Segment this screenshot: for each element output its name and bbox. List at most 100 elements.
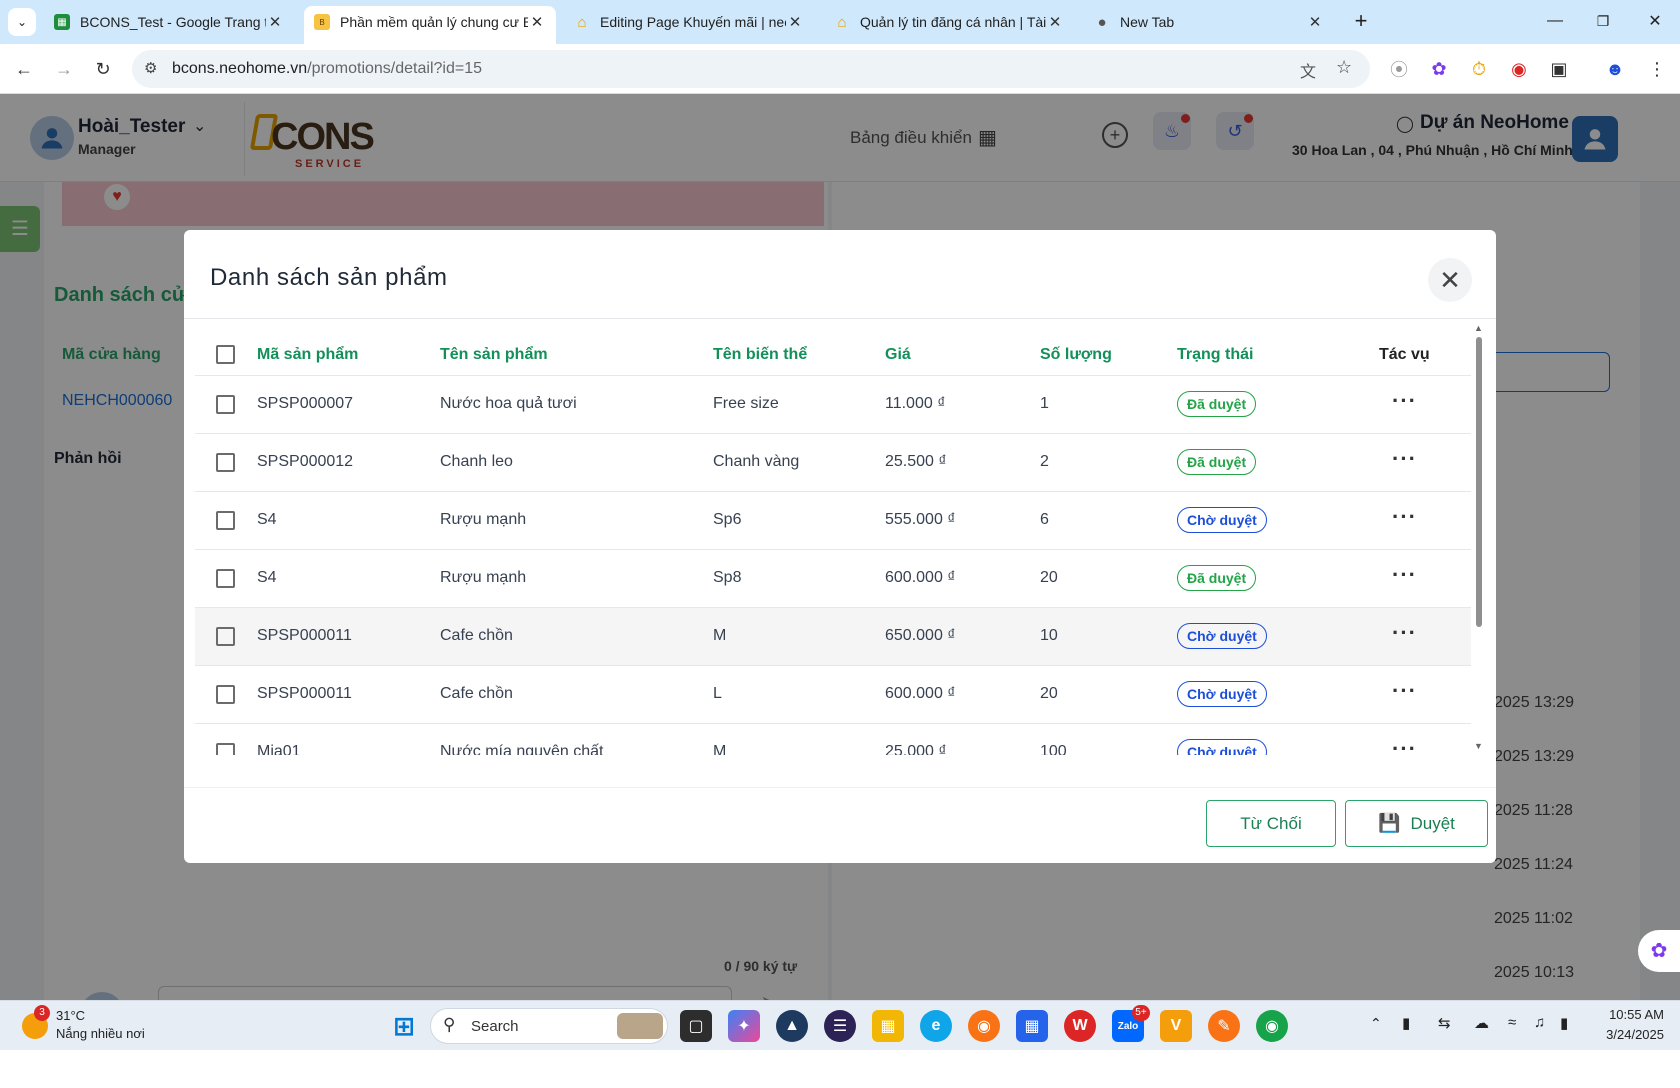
extension-timer-icon[interactable]: ⏱ [1466,56,1492,82]
extension-ai-icon[interactable]: ✿ [1426,56,1452,82]
browser-tab-1[interactable]: B Phần mềm quản lý chung cư Bc ✕ [304,6,556,44]
extensions-puzzle-icon[interactable]: ▣ [1546,56,1572,82]
table-header-row: Mã sản phẩm Tên sản phẩm Tên biến thể Gi… [195,335,1471,376]
windows-start-icon[interactable]: ⊞ [388,1010,420,1042]
file-explorer-icon[interactable]: ▦ [872,1010,904,1042]
table-row[interactable]: SPSP000012 Chanh leo Chanh vàng 25.500 ₫… [195,433,1471,492]
more-actions-icon[interactable]: ··· [1392,678,1417,703]
browser-tab-4[interactable]: ● New Tab ✕ [1084,6,1334,38]
forward-icon[interactable]: → [51,56,77,82]
translate-icon[interactable]: 文 [1300,58,1316,82]
scroll-up-icon[interactable]: ▲ [1474,323,1483,333]
site-settings-icon[interactable]: ⚙ [144,59,157,77]
minimize-button[interactable]: — [1540,8,1570,34]
row-checkbox[interactable] [216,510,235,530]
browser-menu-icon[interactable]: ⋮ [1644,56,1670,82]
scroll-down-icon[interactable]: ▼ [1474,741,1483,751]
table-row[interactable]: SPSP000007 Nước hoa quả tươi Free size 1… [195,375,1471,434]
col-actions: Tác vụ [1366,335,1471,376]
browser-tab-0[interactable]: ▦ BCONS_Test - Google Trang tính ✕ [44,6,294,38]
select-all-checkbox[interactable] [216,345,235,365]
more-actions-icon[interactable]: ··· [1392,736,1417,756]
more-actions-icon[interactable]: ··· [1392,446,1417,471]
more-actions-icon[interactable]: ··· [1392,388,1417,413]
reload-icon[interactable]: ↻ [90,56,116,82]
variant-name: Sp8 [713,549,885,608]
price: 600.000 ₫ [885,549,1040,608]
back-icon[interactable]: ← [11,56,37,82]
close-modal-button[interactable]: ✕ [1428,258,1472,302]
edge-icon[interactable]: e [920,1010,952,1042]
scrollbar-thumb[interactable] [1476,337,1482,627]
status-badge: Chờ duyệt [1177,681,1267,707]
battery-icon[interactable]: ▮ [1560,1014,1568,1032]
store-icon[interactable]: ▦ [1016,1010,1048,1042]
clock-time[interactable]: 10:55 AM [1600,1007,1664,1022]
tray-overflow-icon[interactable]: ⌃ [1370,1015,1382,1032]
table-row[interactable]: Mia01 Nước mía nguyên chất M 25.000 ₫ 10… [195,723,1471,755]
product-name: Chanh leo [440,433,713,492]
row-checkbox[interactable] [216,394,235,414]
status-cell: Chờ duyệt [1177,723,1366,755]
wifi-icon[interactable]: ≈ [1508,1014,1516,1031]
restore-button[interactable]: ❐ [1588,8,1618,34]
close-tab-icon[interactable]: ✕ [786,13,804,31]
tray-settings-icon[interactable]: ⇆ [1438,1014,1451,1032]
table-row[interactable]: SPSP000011 Cafe chồn M 650.000 ₫ 10 Chờ … [195,607,1471,666]
more-actions-icon[interactable]: ··· [1392,504,1417,529]
neohome-icon: ⌂ [837,13,847,31]
url-text: bcons.neohome.vn/promotions/detail?id=15 [172,60,482,78]
copilot-icon[interactable]: ✦ [728,1010,760,1042]
browser-tab-2[interactable]: ⌂ Editing Page Khuyến mãi | neoh ✕ [564,6,814,38]
app-pen-icon[interactable]: ✎ [1208,1010,1240,1042]
firefox-icon[interactable]: ◉ [968,1010,1000,1042]
close-tab-icon[interactable]: ✕ [528,13,546,31]
quantity: 20 [1040,665,1177,724]
approve-button[interactable]: 💾 Duyệt [1345,800,1488,847]
close-window-button[interactable]: ✕ [1640,8,1670,34]
taskview-icon[interactable]: ▢ [680,1010,712,1042]
eclipse-icon[interactable]: ☰ [824,1010,856,1042]
row-checkbox[interactable] [216,742,235,755]
close-tab-icon[interactable]: ✕ [266,13,284,31]
row-checkbox[interactable] [216,684,235,704]
reject-button[interactable]: Từ Chối [1206,800,1336,847]
row-checkbox[interactable] [216,568,235,588]
status-cell: Chờ duyệt [1177,607,1366,666]
more-actions-icon[interactable]: ··· [1392,620,1417,645]
table-scrollbar[interactable]: ▲ ▼ [1473,323,1485,763]
variant-name: Free size [713,375,885,434]
profile-icon[interactable]: ☻ [1602,56,1628,82]
actions-cell: ··· [1366,723,1471,755]
more-actions-icon[interactable]: ··· [1392,562,1417,587]
onedrive-icon[interactable]: ☁ [1474,1014,1489,1032]
taskbar-search[interactable]: ⚲ Search [430,1008,668,1044]
clock-date[interactable]: 3/24/2025 [1594,1027,1664,1042]
table-row[interactable]: S4 Rượu mạnh Sp8 600.000 ₫ 20 Đã duyệt ·… [195,549,1471,608]
extension-red-icon[interactable]: ◉ [1506,56,1532,82]
browser-tab-3[interactable]: ⌂ Quản lý tin đăng cá nhân | Tài li ✕ [824,6,1074,38]
row-checkbox[interactable] [216,626,235,646]
col-status: Trạng thái [1177,335,1366,376]
wps-icon[interactable]: W [1064,1010,1096,1042]
tab-search-button[interactable]: ⌄ [8,8,36,36]
volume-icon[interactable]: ♫ [1534,1014,1545,1031]
bookmark-star-icon[interactable]: ☆ [1336,57,1352,78]
product-code: SPSP000011 [257,665,440,724]
variant-name: M [713,607,885,666]
close-tab-icon[interactable]: ✕ [1046,13,1064,31]
row-checkbox[interactable] [216,452,235,472]
product-code: S4 [257,549,440,608]
extension-compass-icon[interactable]: ⦿ [1386,56,1412,82]
ai-assistant-icon[interactable]: ✿ [1638,930,1680,972]
table-row[interactable]: SPSP000011 Cafe chồn L 600.000 ₫ 20 Chờ … [195,665,1471,724]
new-tab-button[interactable]: + [1346,8,1376,34]
tray-app-icon[interactable]: ▮ [1402,1014,1410,1032]
quantity: 2 [1040,433,1177,492]
close-tab-icon[interactable]: ✕ [1306,13,1324,31]
app-icon[interactable]: ▲ [776,1010,808,1042]
chrome-icon[interactable]: ◉ [1256,1010,1288,1042]
table-row[interactable]: S4 Rượu mạnh Sp6 555.000 ₫ 6 Chờ duyệt ·… [195,491,1471,550]
app-v-icon[interactable]: V [1160,1010,1192,1042]
address-bar[interactable]: ⚙ bcons.neohome.vn/promotions/detail?id=… [132,50,1370,88]
